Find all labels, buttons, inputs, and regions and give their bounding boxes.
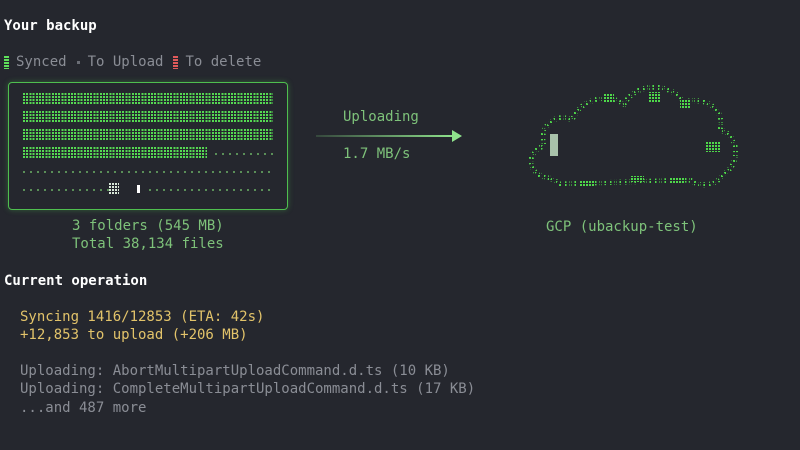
to-upload-swatch-icon	[76, 60, 80, 64]
backup-title: Your backup	[4, 18, 97, 34]
cursor-marker	[137, 185, 140, 193]
pending-dots	[23, 171, 273, 173]
arrow-head-icon	[452, 130, 462, 142]
transfer-speed: 1.7 MB/s	[343, 146, 411, 162]
synced-row	[23, 111, 273, 122]
backup-progress-grid	[8, 82, 288, 210]
legend-to-delete: To delete	[185, 54, 262, 70]
pending-dots	[149, 189, 273, 191]
upload-summary: +12,853 to upload (+206 MB)	[20, 327, 248, 343]
legend-to-upload: To Upload	[87, 54, 164, 70]
synced-row	[23, 93, 273, 104]
transfer-status: Uploading	[343, 109, 419, 125]
folders-summary: 3 folders (545 MB)	[72, 218, 224, 234]
operation-title: Current operation	[4, 273, 148, 289]
file-item: Uploading: CompleteMultipartUploadComman…	[20, 381, 476, 397]
legend-synced: Synced	[16, 54, 67, 70]
destination-label: GCP (ubackup-test)	[546, 219, 698, 235]
legend: Synced To Upload To delete	[4, 54, 261, 70]
current-block	[109, 183, 119, 195]
files-total: Total 38,134 files	[72, 236, 224, 252]
pending-dots	[23, 189, 113, 191]
cloud-icon	[528, 84, 739, 188]
more-files: ...and 487 more	[20, 400, 147, 416]
file-item: Uploading: AbortMultipartUploadCommand.d…	[20, 363, 450, 379]
synced-swatch-icon	[4, 55, 9, 69]
synced-row	[23, 129, 273, 140]
to-delete-swatch-icon	[173, 55, 179, 69]
arrow-right-icon	[316, 135, 454, 137]
synced-row	[23, 147, 207, 158]
pending-dots	[215, 153, 273, 155]
sync-progress: Syncing 1416/12853 (ETA: 42s)	[20, 309, 265, 325]
